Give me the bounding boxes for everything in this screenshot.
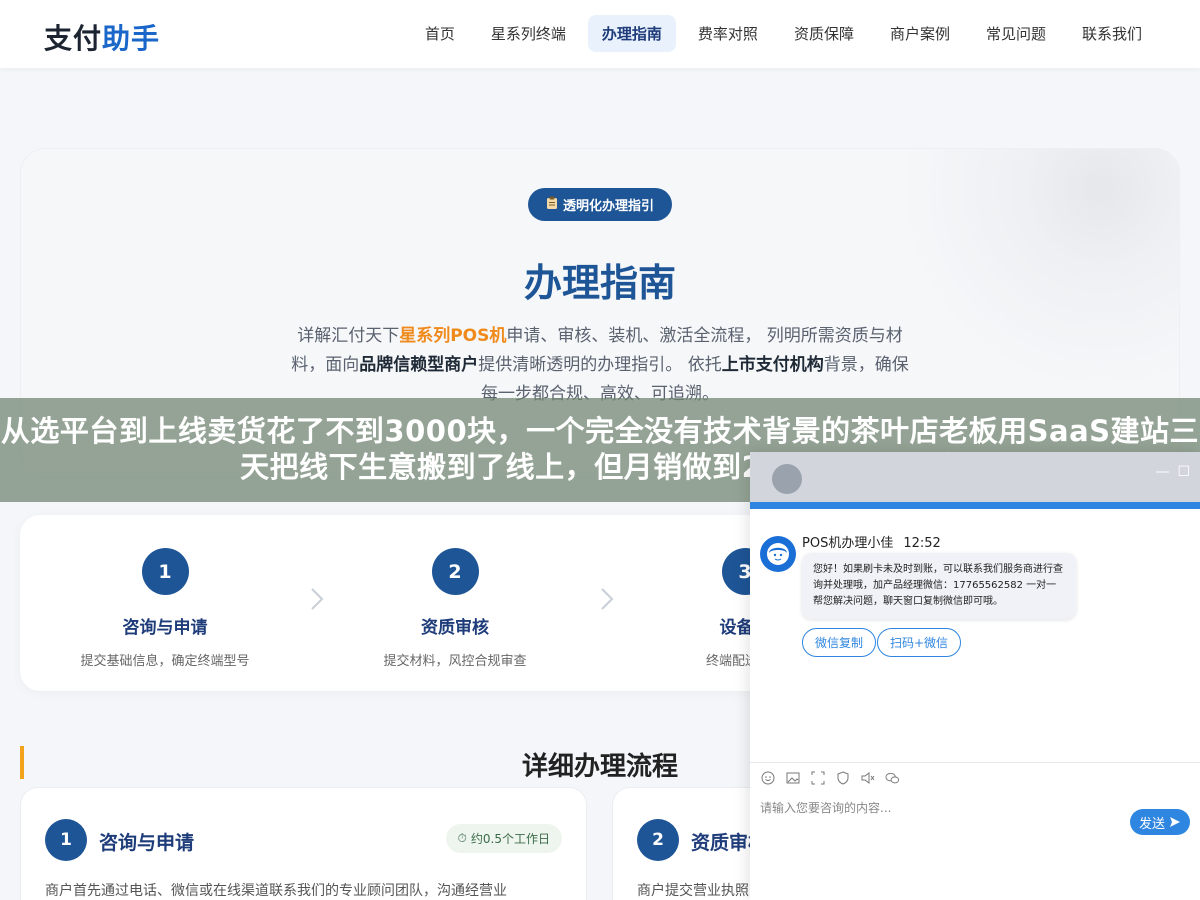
hero-desc-highlight: 星系列POS机 bbox=[399, 326, 507, 346]
detail-step-text: 商户提交营业执照 bbox=[637, 883, 749, 899]
agent-name: POS机办理小佳 bbox=[802, 536, 894, 551]
emoji-icon[interactable] bbox=[760, 770, 775, 785]
chat-widget: — ☐ POS机办理小佳 12:52 您好！如果刷卡未及时到账，可以联系我们服务商… bbox=[750, 452, 1200, 900]
duration-badge: ⏱ 约0.5个工作日 bbox=[445, 824, 562, 853]
chat-header: — ☐ bbox=[750, 452, 1200, 504]
detail-step-text: 商户首先通过电话、微信或在线渠道联系我们的专业顾问团队，沟通经营业 bbox=[45, 883, 507, 899]
clipboard-icon bbox=[546, 196, 558, 214]
top-navbar: 支付助手 首页 星系列终端 办理指南 费率对照 资质保障 商户案例 常见问题 联… bbox=[0, 0, 1200, 68]
nav-item-contact[interactable]: 联系我们 bbox=[1068, 15, 1156, 52]
sound-icon[interactable] bbox=[860, 770, 875, 785]
step-title: 咨询与申请 bbox=[122, 618, 208, 638]
quick-reply-scan-wechat[interactable]: 扫码+微信 bbox=[877, 628, 962, 657]
minimize-icon[interactable]: — bbox=[1155, 464, 1169, 480]
hero-desc-bold: 上市支付机构 bbox=[721, 355, 824, 375]
detail-step-card: 1 咨询与申请 ⏱ 约0.5个工作日 商户首先通过电话、微信或在线渠道联系我们的… bbox=[20, 787, 587, 900]
send-button-label: 发送 bbox=[1138, 816, 1165, 832]
logo-text-part1: 支付 bbox=[44, 22, 103, 55]
nav-item-cases[interactable]: 商户案例 bbox=[876, 15, 964, 52]
hero-badge-label: 透明化办理指引 bbox=[562, 199, 654, 214]
wechat-icon[interactable] bbox=[885, 770, 900, 785]
agent-meta: POS机办理小佳 12:52 bbox=[802, 532, 941, 551]
nav-item-qualification[interactable]: 资质保障 bbox=[780, 15, 868, 52]
step-title: 资质审核 bbox=[421, 618, 489, 638]
step-item: 2 资质审核 提交材料，风控合规审查 bbox=[310, 548, 600, 669]
main-nav: 首页 星系列终端 办理指南 费率对照 资质保障 商户案例 常见问题 联系我们 bbox=[411, 15, 1156, 52]
avatar bbox=[772, 464, 802, 494]
send-button[interactable]: 发送 bbox=[1130, 809, 1190, 835]
image-icon[interactable] bbox=[785, 770, 800, 785]
chat-toolbar bbox=[760, 770, 900, 785]
hero-description: 详解汇付天下星系列POS机申请、审核、装机、激活全流程， 列明所需资质与材料，面… bbox=[290, 322, 910, 409]
chat-message-bubble: 您好！如果刷卡未及时到账，可以联系我们服务商进行查询并处理哦，加产品经理微信：1… bbox=[802, 553, 1076, 619]
step-number: 2 bbox=[431, 548, 479, 595]
step-description: 提交基础信息，确定终端型号 bbox=[80, 654, 250, 669]
hero-badge: 透明化办理指引 bbox=[528, 188, 672, 221]
detail-step-title: 咨询与申请 bbox=[99, 832, 195, 854]
step-description: 提交材料，风控合规审查 bbox=[383, 654, 527, 669]
screenshot-icon[interactable] bbox=[810, 770, 825, 785]
site-logo[interactable]: 支付助手 bbox=[44, 17, 160, 57]
logo-text-part2: 助手 bbox=[102, 22, 161, 55]
hero-desc-text: 详解汇付天下 bbox=[297, 326, 400, 346]
agent-avatar bbox=[760, 536, 796, 572]
step-item: 1 咨询与申请 提交基础信息，确定终端型号 bbox=[20, 548, 310, 669]
rating-icon[interactable] bbox=[835, 770, 850, 785]
hero-desc-bold: 品牌信赖型商户 bbox=[359, 355, 479, 375]
timer-icon: ⏱ bbox=[457, 831, 467, 845]
hero-desc-text: 提供清晰透明的办理指引。 依托 bbox=[478, 355, 722, 375]
quick-reply-copy-wechat[interactable]: 微信复制 bbox=[802, 628, 877, 657]
nav-item-guide[interactable]: 办理指南 bbox=[587, 15, 676, 52]
message-time: 12:52 bbox=[903, 536, 941, 551]
nav-item-home[interactable]: 首页 bbox=[411, 15, 469, 52]
step-number: 1 bbox=[141, 548, 189, 595]
duration-badge-label: 约0.5个工作日 bbox=[470, 832, 550, 846]
nav-item-terminals[interactable]: 星系列终端 bbox=[477, 15, 580, 52]
detail-step-number: 2 bbox=[637, 819, 679, 861]
maximize-icon[interactable]: ☐ bbox=[1177, 464, 1190, 480]
detail-step-number: 1 bbox=[45, 819, 87, 861]
divider bbox=[750, 762, 1200, 763]
chat-window-controls: — ☐ bbox=[1155, 464, 1190, 480]
chat-accent-strip bbox=[750, 502, 1200, 509]
nav-item-rates[interactable]: 费率对照 bbox=[684, 15, 772, 52]
send-arrow-icon bbox=[1170, 817, 1180, 827]
chat-message-input[interactable]: 请输入您要咨询的内容... bbox=[760, 799, 891, 816]
agent-face-icon bbox=[767, 543, 789, 565]
nav-item-faq[interactable]: 常见问题 bbox=[972, 15, 1060, 52]
page-title: 办理指南 bbox=[523, 261, 676, 305]
